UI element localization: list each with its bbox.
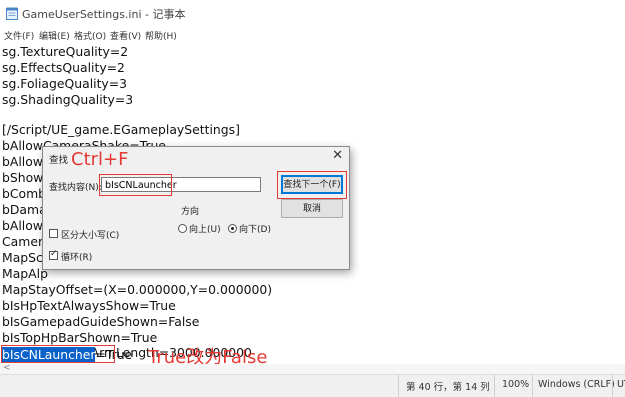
- title-bar: GameUserSettings.ini - 记事本: [0, 0, 625, 26]
- radio-down-label[interactable]: 向下(D): [239, 222, 271, 235]
- highlight-box-find-next: [277, 171, 347, 199]
- radio-up[interactable]: [178, 224, 187, 233]
- status-bar: 第 40 行，第 14 列 100% Windows (CRLF) UT: [0, 374, 625, 397]
- scroll-left-icon[interactable]: <: [3, 363, 11, 373]
- find-label: 查找内容(N):: [49, 183, 102, 193]
- encoding: UT: [617, 379, 625, 390]
- menu-bar: 文件(F) 编辑(E) 格式(O) 查看(V) 帮助(H): [0, 26, 625, 44]
- text-line: bIsTopHpBarShown=True: [2, 330, 158, 345]
- text-line: MapStayOffset=(X=0.000000,Y=0.000000): [2, 282, 273, 297]
- text-line: sg.FoliageQuality=3: [2, 76, 128, 91]
- cursor-position: 第 40 行，第 14 列: [406, 382, 490, 393]
- match-case-checkbox[interactable]: [49, 229, 58, 238]
- horizontal-scrollbar[interactable]: <: [0, 363, 625, 374]
- wrap-checkbox[interactable]: ✓: [49, 249, 58, 260]
- menu-format[interactable]: 格式(O): [74, 29, 106, 42]
- divider: [612, 375, 613, 397]
- text-line: sg.ShadingQuality=3: [2, 92, 134, 107]
- divider: [532, 375, 533, 397]
- highlight-box-input: [99, 174, 172, 196]
- text-line: bIsHpTextAlwaysShow=True: [2, 298, 176, 313]
- text-line: sg.EffectsQuality=2: [2, 60, 125, 75]
- dialog-title: 查找: [49, 155, 69, 166]
- match-case-label[interactable]: 区分大小写(C): [61, 228, 119, 241]
- close-icon[interactable]: ✕: [332, 148, 343, 163]
- radio-up-label[interactable]: 向上(U): [189, 222, 221, 235]
- divider: [398, 375, 399, 397]
- direction-group: 向上(U) 向下(D): [173, 213, 273, 245]
- text-line: sg.TextureQuality=2: [2, 44, 129, 59]
- check-icon: ✓: [50, 249, 58, 259]
- notepad-icon: [6, 7, 18, 20]
- radio-down[interactable]: [228, 224, 237, 233]
- radio-selected-dot: [231, 227, 234, 230]
- menu-help[interactable]: 帮助(H): [145, 29, 177, 42]
- window-title: GameUserSettings.ini - 记事本: [22, 8, 186, 21]
- text-line: [/Script/UE_game.EGameplaySettings]: [2, 122, 240, 137]
- wrap-label[interactable]: 循环(R): [61, 250, 92, 263]
- cancel-button[interactable]: 取消: [281, 199, 343, 218]
- zoom-level: 100%: [502, 379, 530, 390]
- menu-file[interactable]: 文件(F): [4, 29, 34, 42]
- text-line: bIsGamepadGuideShown=False: [2, 314, 200, 329]
- annotation-shortcut: Ctrl+F: [71, 149, 129, 170]
- divider: [494, 375, 495, 397]
- highlight-box-line: [1, 345, 115, 363]
- menu-edit[interactable]: 编辑(E): [39, 29, 70, 42]
- menu-view[interactable]: 查看(V): [110, 29, 141, 42]
- line-ending: Windows (CRLF): [538, 379, 615, 390]
